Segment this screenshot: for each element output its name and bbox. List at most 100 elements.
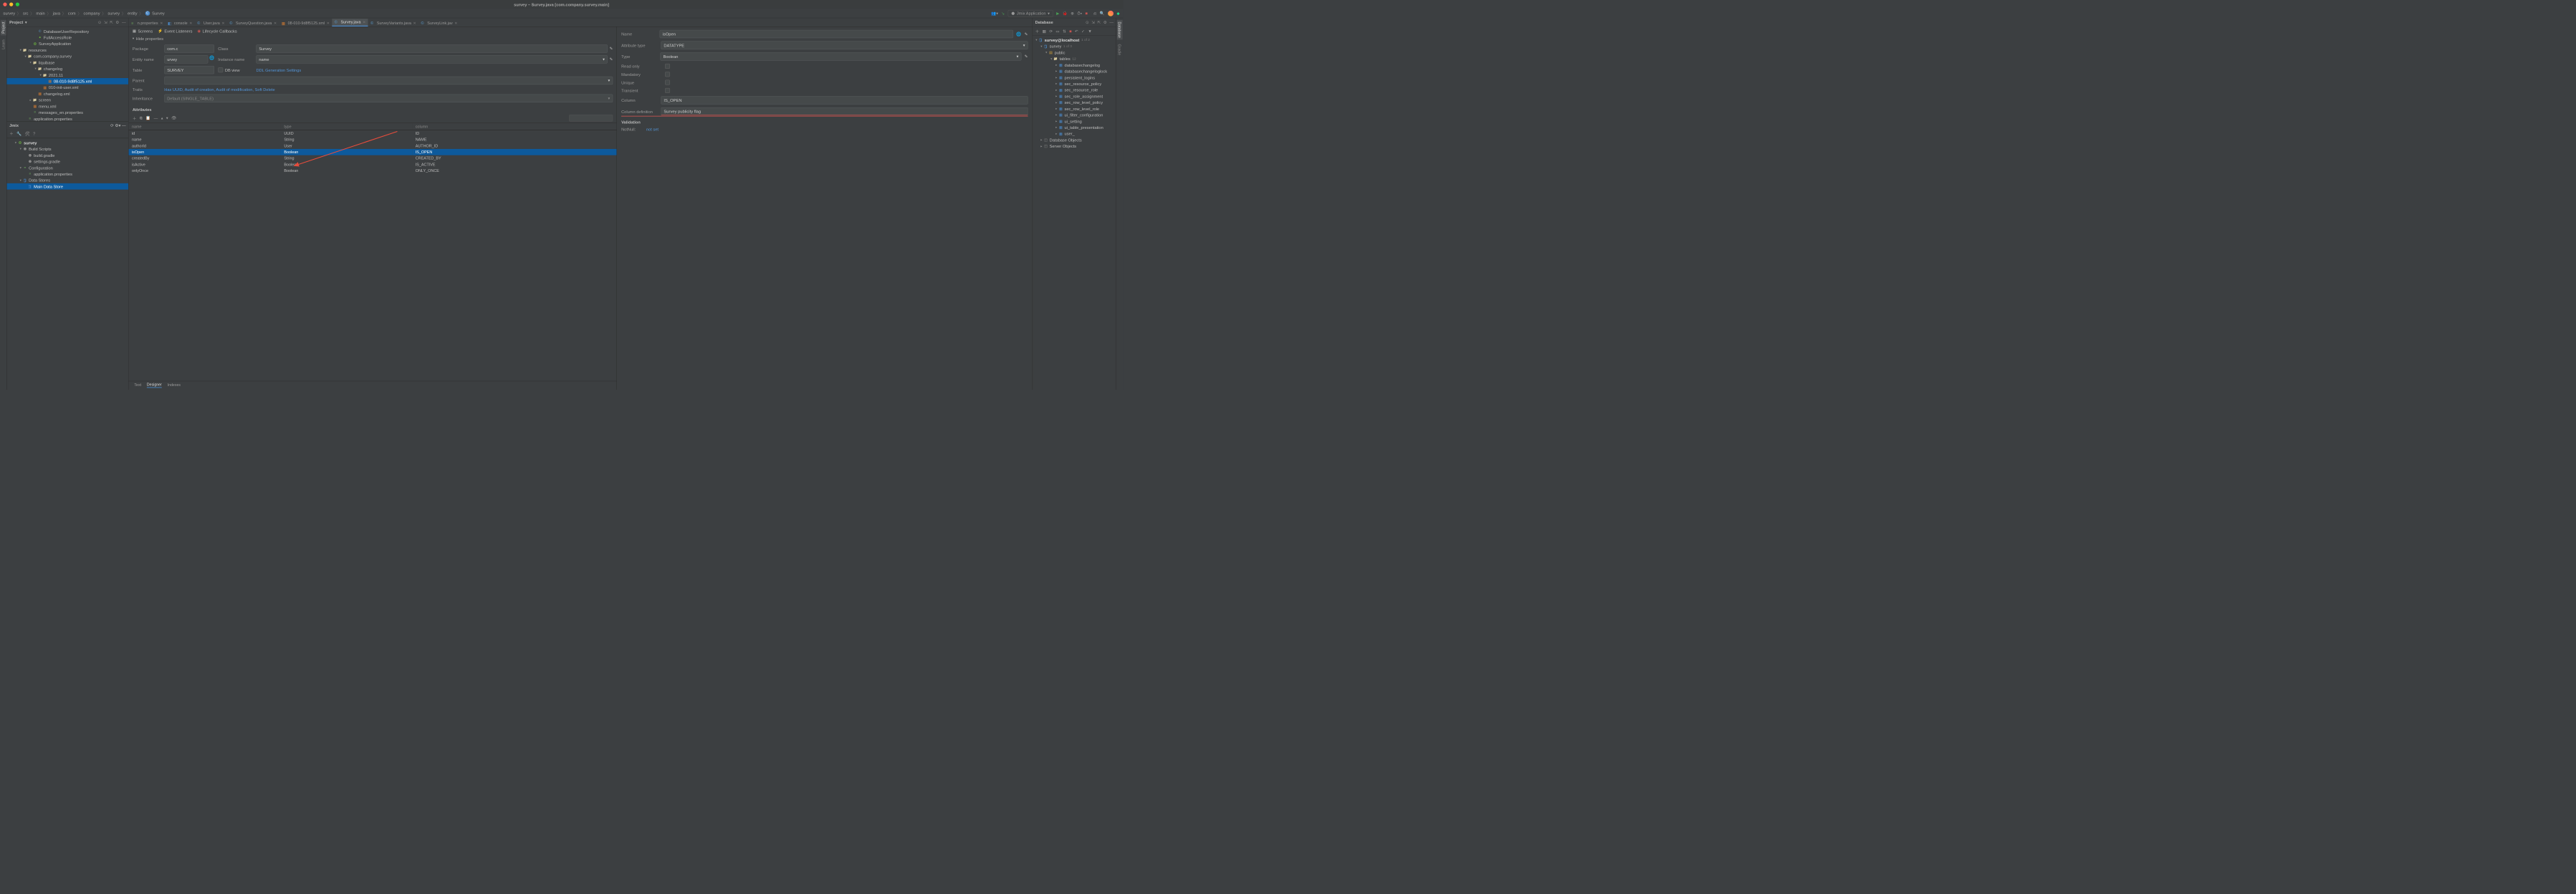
- inheritance-select[interactable]: Default (SINGLE_TABLE)▾: [164, 95, 613, 102]
- tab-designer[interactable]: Designer: [147, 382, 162, 388]
- listeners-action[interactable]: ⚡ Event Listeners: [158, 29, 192, 34]
- db-rollback-icon[interactable]: ↶: [1075, 29, 1078, 34]
- tree-node-build-scripts[interactable]: ▾Build Scripts: [7, 146, 129, 153]
- tree-node-ui-filter-configuration[interactable]: ▸ui_filter_configuration: [1033, 112, 1116, 118]
- users-icon[interactable]: 👥▾: [991, 11, 998, 16]
- tree-node-application-properties[interactable]: application.properties: [7, 170, 129, 177]
- prop-column-input[interactable]: [661, 96, 1028, 104]
- unique-checkbox[interactable]: [665, 80, 670, 85]
- attr-row-createdBy[interactable]: createdByStringCREATED_BY: [129, 155, 617, 162]
- settings-icon[interactable]: ⚙: [115, 20, 119, 25]
- tree-node-databasechangelog[interactable]: ▸databasechangelog: [1033, 62, 1116, 68]
- tree-node-settings-gradle[interactable]: settings.gradle: [7, 158, 129, 165]
- tree-node-ui-table-presentation[interactable]: ▸ui_table_presentation: [1033, 124, 1116, 130]
- close-tab-icon[interactable]: ✕: [363, 20, 365, 24]
- attr-paste-icon[interactable]: 📋: [145, 115, 150, 120]
- tree-node-2021-11[interactable]: ▾2021.11: [7, 72, 129, 78]
- git-icon[interactable]: ⎌: [1093, 11, 1097, 16]
- db-refresh-icon[interactable]: ⟳: [1049, 29, 1053, 34]
- tree-node-changelog-xml[interactable]: changelog.xml: [7, 90, 129, 97]
- attr-row-isActive[interactable]: isActiveBooleanIS_ACTIVE: [129, 161, 617, 168]
- editor-tab-surveylink-jav[interactable]: SurveyLink.jav✕: [418, 19, 460, 27]
- editor-tab-console[interactable]: console✕: [166, 19, 195, 27]
- coverage-icon[interactable]: ⊕: [1071, 11, 1074, 16]
- tree-node-persistent-logins[interactable]: ▸persistent_logins: [1033, 74, 1116, 81]
- attr-row-id[interactable]: idUUIDID: [129, 130, 617, 137]
- breadcrumb[interactable]: survey〉src〉main〉java〉com〉company〉survey〉…: [3, 10, 164, 16]
- editor-tabs[interactable]: n.properties✕console✕User.java✕SurveyQue…: [129, 18, 1033, 27]
- minimize-window[interactable]: [9, 2, 13, 6]
- crumb-main[interactable]: main: [36, 11, 44, 16]
- stop-icon[interactable]: ■: [1086, 11, 1088, 16]
- database-tree[interactable]: ▾ survey@localhost 1 of 2 ▾survey1 of 3▾…: [1033, 36, 1116, 390]
- jmix-wrench-icon[interactable]: 🛠: [25, 131, 30, 136]
- tree-node-main-data-store[interactable]: Main Data Store: [7, 183, 129, 190]
- instance-edit-icon[interactable]: ✎: [610, 57, 613, 62]
- db-expand-icon[interactable]: ⇲: [1091, 20, 1095, 25]
- attr-down-icon[interactable]: ▾: [166, 115, 168, 120]
- crumb-java[interactable]: java: [53, 11, 60, 16]
- editor-tab-survey-java[interactable]: Survey.java✕: [332, 19, 368, 27]
- attr-copy-icon[interactable]: ⧉: [140, 115, 143, 120]
- tree-node-configuration[interactable]: ▾Configuration: [7, 165, 129, 171]
- expand-icon[interactable]: ⇲: [104, 20, 107, 25]
- run-icon[interactable]: ▶: [1056, 11, 1059, 16]
- close-tab-icon[interactable]: ✕: [189, 21, 192, 25]
- crumb-com[interactable]: com: [68, 11, 76, 16]
- tree-node-sec-role-assignment[interactable]: ▸sec_role_assignment: [1033, 93, 1116, 100]
- profile-icon[interactable]: ⏱▾: [1077, 11, 1082, 16]
- close-tab-icon[interactable]: ✕: [221, 21, 224, 25]
- attr-search-input[interactable]: [569, 115, 613, 122]
- crumb-company[interactable]: company: [84, 11, 100, 16]
- build-icon[interactable]: ↘: [1001, 11, 1005, 16]
- project-tree[interactable]: DatabaseUserRepositoryFullAccessRoleSurv…: [7, 27, 129, 121]
- run-config-dropdown[interactable]: ⬣ Jmix Application ▾: [1008, 10, 1053, 17]
- tree-node-databaseuserrepository[interactable]: DatabaseUserRepository: [7, 28, 129, 34]
- tree-node-surveyapplication[interactable]: SurveyApplication: [7, 41, 129, 47]
- jetbrains-icon[interactable]: ◆: [1116, 11, 1119, 16]
- close-tab-icon[interactable]: ✕: [454, 21, 457, 25]
- tab-indexes[interactable]: Indexes: [168, 383, 181, 387]
- db-view-checkbox[interactable]: [218, 67, 223, 72]
- tree-node-ui-setting[interactable]: ▸ui_setting: [1033, 118, 1116, 125]
- traits-link[interactable]: Has UUID, Audit of creation, Audit of mo…: [164, 87, 613, 92]
- instance-name-select[interactable]: name▾: [256, 55, 608, 63]
- tree-node-survey[interactable]: ▾survey: [7, 140, 129, 146]
- tree-node-database-objects[interactable]: ▸Database Objects: [1033, 137, 1116, 143]
- tree-node-fullaccessrole[interactable]: FullAccessRole: [7, 34, 129, 41]
- db-hide-icon[interactable]: —: [1109, 20, 1114, 25]
- tree-node-08-010-9d8f5125-xml[interactable]: 08-010-9d8f5125.xml: [7, 78, 129, 85]
- tree-node-sec-row-level-role[interactable]: ▸sec_row_level_role: [1033, 105, 1116, 112]
- attr-row-onlyOnce[interactable]: onlyOnceBooleanONLY_ONCE: [129, 168, 617, 174]
- crumb-survey[interactable]: survey: [107, 11, 120, 16]
- editor-tab-user-java[interactable]: User.java✕: [195, 19, 227, 27]
- db-filter-icon[interactable]: ▼: [1088, 29, 1092, 34]
- jmix-settings-icon[interactable]: ⚙▾: [115, 123, 120, 128]
- screens-action[interactable]: ▦ Screens: [133, 29, 153, 34]
- db-sync-icon[interactable]: ⇅: [1063, 29, 1066, 34]
- jmix-help-icon[interactable]: ?: [33, 131, 35, 136]
- tree-node-sec-row-level-policy[interactable]: ▸sec_row_level_policy: [1033, 100, 1116, 106]
- db-locate-icon[interactable]: ⊙: [1086, 20, 1089, 25]
- tree-node-server-objects[interactable]: ▸Server Objects: [1033, 143, 1116, 150]
- zoom-window[interactable]: [16, 2, 19, 6]
- tree-node-menu-xml[interactable]: menu.xml: [7, 103, 129, 110]
- class-input[interactable]: Survey: [256, 44, 608, 52]
- db-tx-icon[interactable]: ✓: [1081, 29, 1085, 34]
- database-tool-tab[interactable]: Database: [1117, 20, 1123, 40]
- tree-node-messages-en-properties[interactable]: messages_en.properties: [7, 110, 129, 116]
- parent-select[interactable]: ▾: [164, 77, 613, 85]
- db-stop-icon[interactable]: ■: [1069, 29, 1071, 34]
- tree-node-sec-resource-policy[interactable]: ▸sec_resource_policy: [1033, 80, 1116, 87]
- tree-node-screen[interactable]: ▸screen: [7, 97, 129, 103]
- table-input[interactable]: SURVEY: [164, 66, 214, 74]
- jmix-add-icon[interactable]: ＋: [9, 130, 14, 136]
- jmix-tools-icon[interactable]: 🔧: [16, 131, 21, 136]
- crumb-entity[interactable]: entity: [128, 11, 138, 16]
- close-tab-icon[interactable]: ✕: [274, 21, 277, 25]
- editor-tab-surveyquestion-java[interactable]: SurveyQuestion.java✕: [227, 19, 279, 27]
- attributes-table[interactable]: name type column idUUIDIDnameStringNAMEa…: [129, 122, 617, 173]
- hide-icon[interactable]: —: [122, 20, 126, 25]
- tree-node-survey[interactable]: ▾survey1 of 3: [1033, 43, 1116, 49]
- jmix-refresh-icon[interactable]: ⟳: [110, 123, 114, 128]
